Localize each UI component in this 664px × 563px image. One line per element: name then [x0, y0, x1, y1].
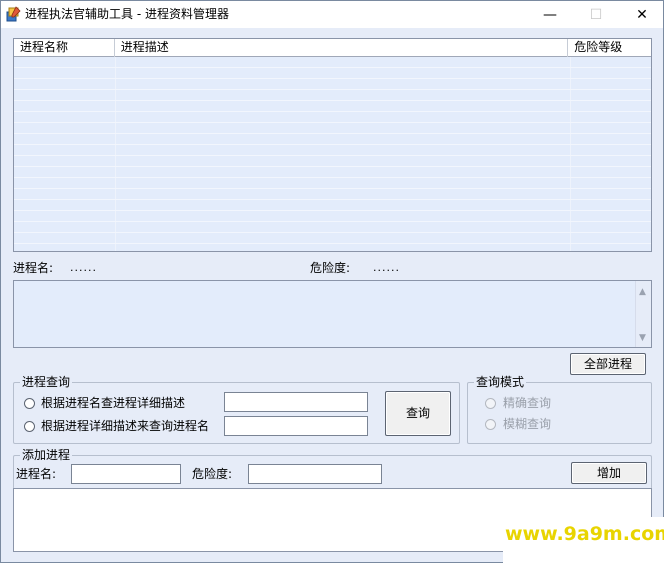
exact-query-radio[interactable] — [485, 398, 496, 409]
app-icon — [6, 6, 21, 22]
query-by-description-label[interactable]: 根据进程详细描述来查询进程名 — [41, 419, 209, 433]
column-header-danger-level[interactable]: 危险等级 — [568, 39, 651, 57]
exact-query-label[interactable]: 精确查询 — [503, 396, 551, 410]
process-list[interactable]: 进程名称 进程描述 危险等级 — [13, 38, 652, 252]
minimize-icon: — — [543, 6, 557, 23]
query-name-input[interactable] — [224, 392, 368, 412]
fuzzy-query-radio[interactable] — [485, 419, 496, 430]
maximize-icon: ☐ — [589, 6, 603, 23]
watermark-text: www.9a9m.com — [505, 523, 664, 545]
query-mode-group: 查询模式 精确查询 模糊查询 — [467, 375, 652, 444]
empty-row — [14, 79, 651, 90]
query-by-name-radio[interactable] — [24, 398, 35, 409]
empty-row — [14, 200, 651, 211]
window-title: 进程执法官辅助工具 - 进程资料管理器 — [25, 7, 229, 21]
process-list-header: 进程名称 进程描述 危险等级 — [14, 39, 651, 57]
empty-row — [14, 156, 651, 167]
query-button[interactable]: 查询 — [385, 391, 451, 436]
query-by-description-radio[interactable] — [24, 421, 35, 432]
scroll-down-icon[interactable]: ▼ — [639, 333, 646, 343]
add-danger-input[interactable] — [248, 464, 382, 484]
add-process-group: 添加进程 进程名: 危险度: 增加 — [13, 448, 652, 489]
empty-row — [14, 189, 651, 200]
process-name-info-value: ...... — [70, 261, 97, 274]
fuzzy-query-label[interactable]: 模糊查询 — [503, 417, 551, 431]
empty-row — [14, 68, 651, 79]
query-description-input[interactable] — [224, 416, 368, 436]
empty-row — [14, 167, 651, 178]
query-mode-group-title: 查询模式 — [474, 375, 527, 389]
danger-info-label: 危险度: — [310, 261, 351, 275]
title-bar: 进程执法官辅助工具 - 进程资料管理器 — ☐ ✕ — [1, 1, 663, 28]
add-process-group-title: 添加进程 — [20, 448, 73, 462]
empty-row — [14, 222, 651, 233]
process-list-body — [14, 57, 651, 251]
description-scrollbar[interactable]: ▲ ▼ — [635, 281, 651, 347]
empty-row — [14, 134, 651, 145]
empty-row — [14, 178, 651, 189]
empty-row — [14, 123, 651, 134]
query-group-title: 进程查询 — [20, 375, 73, 389]
watermark: www.9a9m.com — [503, 517, 664, 563]
query-group: 进程查询 根据进程名查进程详细描述 根据进程详细描述来查询进程名 查询 — [13, 375, 460, 444]
add-button[interactable]: 增加 — [571, 462, 647, 484]
empty-row — [14, 145, 651, 156]
close-button[interactable]: ✕ — [619, 1, 664, 28]
query-by-name-label[interactable]: 根据进程名查进程详细描述 — [41, 396, 185, 410]
process-name-info-label: 进程名: — [13, 261, 54, 275]
empty-row — [14, 101, 651, 112]
empty-row — [14, 211, 651, 222]
minimize-button[interactable]: — — [527, 1, 573, 28]
column-header-process-description[interactable]: 进程描述 — [115, 39, 569, 57]
scroll-up-icon[interactable]: ▲ — [639, 287, 646, 297]
add-process-name-label: 进程名: — [16, 467, 57, 481]
empty-row — [14, 233, 651, 244]
process-description-textarea[interactable]: ▲ ▼ — [13, 280, 652, 348]
empty-row — [14, 112, 651, 123]
add-process-name-input[interactable] — [71, 464, 181, 484]
empty-row — [14, 57, 651, 68]
danger-info-value: ...... — [373, 261, 400, 274]
add-danger-label: 危险度: — [192, 467, 233, 481]
all-processes-button[interactable]: 全部进程 — [570, 353, 646, 375]
maximize-button[interactable]: ☐ — [573, 1, 619, 28]
main-window: 进程执法官辅助工具 - 进程资料管理器 — ☐ ✕ 进程名称 进程描述 危险等级 — [0, 0, 664, 563]
column-header-process-name[interactable]: 进程名称 — [14, 39, 115, 57]
close-icon: ✕ — [636, 6, 648, 23]
empty-row — [14, 90, 651, 101]
